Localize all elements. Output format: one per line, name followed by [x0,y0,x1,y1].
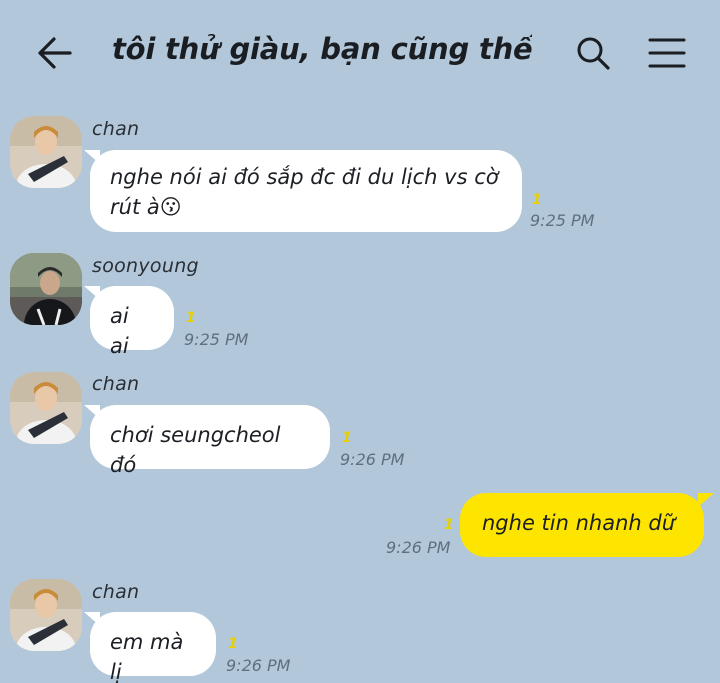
sender-name: chan [92,581,140,603]
sender-name: chan [92,118,140,140]
bubble-tail [698,493,714,507]
profile-photo [10,116,82,188]
my-message-bubble[interactable]: nghe tin nhanh dữ [460,493,704,557]
message-bubble[interactable]: em mà lị [90,612,216,683]
avatar-soonyoung[interactable] [10,253,82,325]
chat-title-text: tôi thử giàu, bạn cũng thế [112,32,532,66]
message-time: 9:25 PM [530,211,595,230]
chat-title: tôi thử giàu, bạn cũng thế8 [112,32,532,76]
profile-photo [10,579,82,651]
menu-button[interactable] [646,36,688,70]
unread-count: 1 [444,517,454,533]
unread-count: 1 [532,192,542,208]
unread-count: 1 [228,636,238,652]
message-bubble[interactable]: ai ai [90,286,174,358]
sender-name: soonyoung [92,255,199,277]
message-bubble[interactable]: nghe nói ai đó sắp đc đi du lịch vs cờ r… [90,150,522,232]
message-time: 9:25 PM [184,330,249,349]
message-bubble[interactable]: chơi seungcheol đó [90,405,330,477]
avatar-chan[interactable] [10,579,82,651]
message-time: 9:26 PM [340,450,405,469]
search-button[interactable] [574,34,612,72]
message-time: 9:26 PM [226,656,291,675]
chat-header: tôi thử giàu, bạn cũng thế8 [0,0,720,105]
hamburger-menu-icon [648,38,686,68]
profile-photo [10,372,82,444]
avatar-chan[interactable] [10,116,82,188]
back-button[interactable] [36,34,74,72]
unread-count: 1 [186,310,196,326]
arrow-left-icon [38,37,72,69]
chat-screen: tôi thử giàu, bạn cũng thế8 chan nghe nó… [0,0,720,683]
avatar-chan[interactable] [10,372,82,444]
profile-photo [10,253,82,325]
search-icon [577,37,610,70]
sender-name: chan [92,373,140,395]
message-time: 9:26 PM [386,538,451,557]
unread-count: 1 [342,430,352,446]
